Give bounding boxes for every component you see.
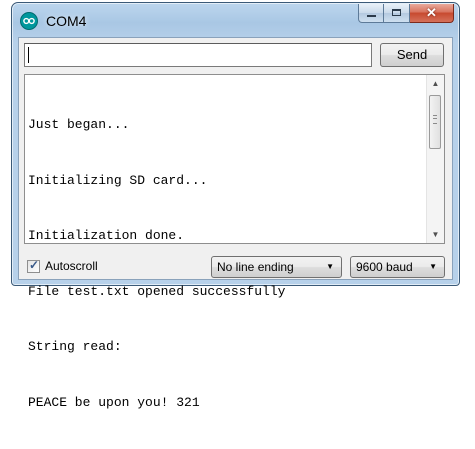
baud-rate-dropdown[interactable]: 9600 baud ▼ (350, 256, 445, 278)
checkmark-icon: ✓ (28, 257, 40, 272)
output-line: File test.txt opened successfully (28, 283, 286, 299)
scroll-up-arrow-icon[interactable]: ▲ (427, 75, 444, 92)
output-line: Initialization done. (28, 228, 185, 243)
autoscroll-label: Autoscroll (45, 259, 98, 273)
grip-icon (433, 115, 437, 124)
serial-monitor-window: COM4 ✕ Send Just began... Initializing S… (11, 2, 460, 410)
output-line: String read: (28, 339, 122, 354)
bottom-toolbar: ✓ Autoscroll No line ending ▼ 9600 baud … (19, 248, 452, 280)
baud-rate-value: 9600 baud (356, 260, 413, 274)
title-bar[interactable]: COM4 ✕ (12, 3, 459, 37)
vertical-scrollbar[interactable]: ▲ ▼ (426, 75, 444, 243)
close-button[interactable]: ✕ (410, 4, 454, 23)
output-line: Just began... (28, 117, 130, 132)
minimize-button[interactable] (358, 4, 384, 23)
serial-output-area[interactable]: Just began... Initializing SD card... In… (24, 74, 445, 410)
arduino-infinity-icon (20, 12, 38, 30)
output-line: PEACE be upon you! 321 (28, 394, 200, 410)
minimize-icon (367, 15, 376, 17)
close-icon: ✕ (426, 5, 437, 20)
scroll-down-arrow-icon[interactable]: ▼ (427, 226, 444, 243)
maximize-icon (392, 9, 401, 16)
scroll-thumb[interactable] (429, 95, 441, 149)
autoscroll-toggle[interactable]: ✓ Autoscroll (27, 258, 98, 274)
line-ending-value: No line ending (217, 260, 294, 274)
output-line: Initializing SD card... (28, 172, 208, 188)
text-caret (28, 47, 29, 63)
chevron-down-icon: ▼ (429, 262, 437, 271)
autoscroll-checkbox[interactable]: ✓ (27, 257, 40, 273)
chevron-down-icon: ▼ (326, 262, 334, 271)
caption-buttons: ✕ (358, 4, 454, 23)
serial-monitor-body: Send Just began... Initializing SD card.… (18, 37, 453, 410)
send-input[interactable] (24, 43, 372, 67)
line-ending-dropdown[interactable]: No line ending ▼ (211, 256, 342, 278)
window-title: COM4 (46, 13, 87, 29)
maximize-button[interactable] (384, 4, 410, 23)
send-button[interactable]: Send (380, 43, 444, 67)
